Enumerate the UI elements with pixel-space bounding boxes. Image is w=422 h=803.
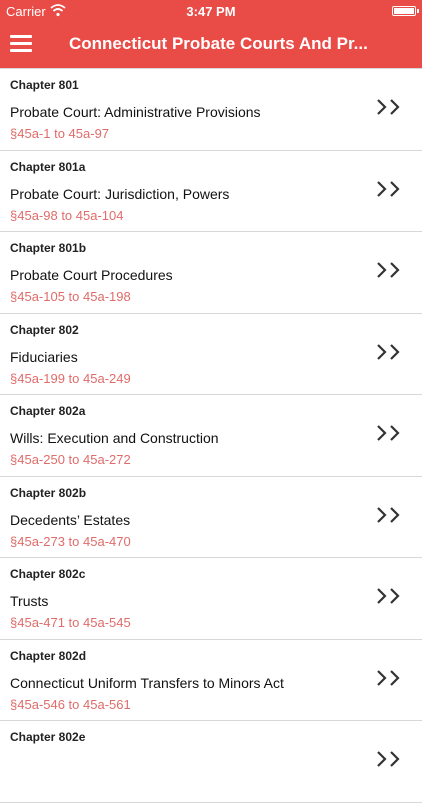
double-chevron-right-icon[interactable]	[376, 588, 402, 604]
list-item[interactable]: Chapter 801a Probate Court: Jurisdiction…	[0, 151, 422, 232]
list-item[interactable]: Chapter 802a Wills: Execution and Constr…	[0, 395, 422, 477]
chapter-title: Trusts	[10, 593, 49, 609]
chapter-title: Decedents’ Estates	[10, 511, 131, 528]
section-range: §45a-546 to 45a-561	[10, 696, 131, 712]
section-range: §45a-250 to 45a-272	[10, 452, 131, 467]
chapter-number: Chapter 802a	[10, 404, 86, 418]
double-chevron-right-icon[interactable]	[376, 669, 402, 686]
chapter-number: Chapter 801a	[10, 159, 86, 174]
list-item[interactable]: Chapter 801 Probate Court: Administrativ…	[0, 68, 422, 151]
battery-tip	[417, 9, 419, 13]
chapter-title: Fiduciaries	[10, 348, 78, 365]
list-item[interactable]: Chapter 802e	[0, 721, 422, 803]
double-chevron-right-icon[interactable]	[376, 180, 402, 197]
double-chevron-right-icon[interactable]	[376, 425, 402, 441]
section-range: §45a-105 to 45a-198	[10, 289, 131, 304]
chapter-title: Probate Court Procedures	[10, 267, 173, 283]
double-chevron-right-icon[interactable]	[376, 99, 402, 115]
chapter-number: Chapter 802b	[10, 485, 87, 500]
double-chevron-right-icon[interactable]	[376, 262, 402, 278]
chapter-number: Chapter 802	[10, 322, 79, 337]
list-item[interactable]: Chapter 802d Connecticut Uniform Transfe…	[0, 640, 422, 721]
double-chevron-right-icon[interactable]	[376, 506, 402, 523]
chapter-number: Chapter 801	[10, 78, 79, 92]
section-range: §45a-273 to 45a-470	[10, 533, 131, 549]
chapter-number: Chapter 802d	[10, 648, 87, 663]
battery-icon	[392, 6, 416, 16]
chapter-number: Chapter 802e	[10, 730, 86, 744]
section-range: §45a-199 to 45a-249	[10, 370, 131, 386]
chapter-title: Probate Court: Administrative Provisions	[10, 104, 261, 120]
list-item[interactable]: Chapter 801b Probate Court Procedures §4…	[0, 232, 422, 314]
double-chevron-right-icon[interactable]	[376, 343, 402, 360]
section-range: §45a-1 to 45a-97	[10, 126, 110, 141]
chapter-title: Wills: Execution and Construction	[10, 430, 219, 446]
double-chevron-right-icon[interactable]	[376, 751, 402, 767]
list-item[interactable]: Chapter 802b Decedents’ Estates §45a-273…	[0, 477, 422, 558]
nav-bar: Connecticut Probate Courts And Pr...	[0, 22, 422, 68]
chapter-list: Chapter 801 Probate Court: Administrativ…	[0, 68, 422, 803]
chapter-number: Chapter 802c	[10, 567, 86, 581]
chapter-title: Connecticut Uniform Transfers to Minors …	[10, 674, 284, 691]
list-item[interactable]: Chapter 802c Trusts §45a-471 to 45a-545	[0, 558, 422, 640]
status-bar: Carrier 3:47 PM	[0, 0, 422, 22]
chapter-title: Probate Court: Jurisdiction, Powers	[10, 185, 230, 202]
section-range: §45a-471 to 45a-545	[10, 615, 131, 630]
hamburger-icon[interactable]	[10, 35, 32, 53]
clock: 3:47 PM	[186, 4, 236, 19]
page-title: Connecticut Probate Courts And Pr...	[69, 34, 368, 53]
section-range: §45a-98 to 45a-104	[10, 207, 124, 223]
list-item[interactable]: Chapter 802 Fiduciaries §45a-199 to 45a-…	[0, 314, 422, 395]
chapter-number: Chapter 801b	[10, 241, 87, 255]
